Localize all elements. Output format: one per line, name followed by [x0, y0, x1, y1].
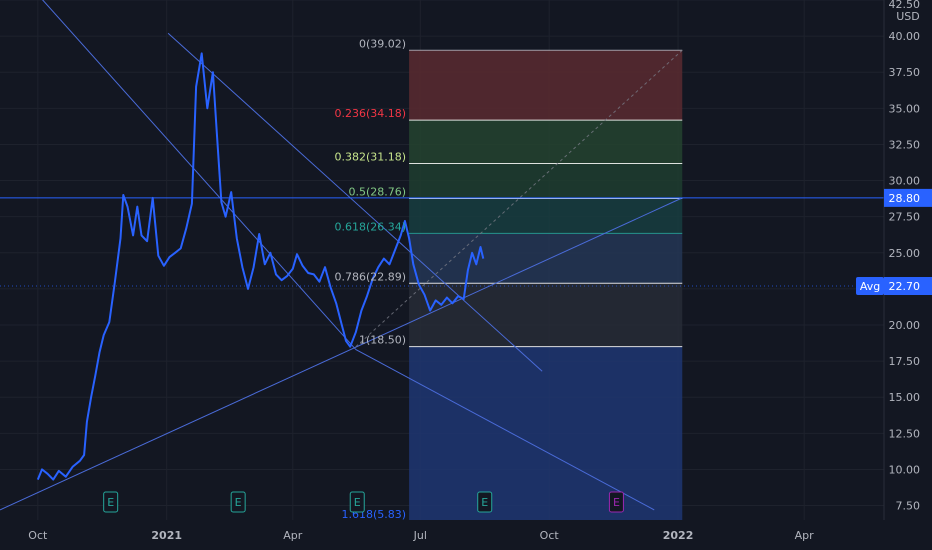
fib-level-label: 0.786(22.89) — [334, 270, 406, 283]
y-tick-label: 7.50 — [896, 500, 921, 513]
earnings-marker-label: E — [107, 496, 114, 509]
x-tick-label: Oct — [28, 529, 48, 542]
avg-badge-text: 22.70 — [889, 280, 921, 293]
earnings-marker-label: E — [235, 496, 242, 509]
y-tick-label: 27.50 — [889, 211, 921, 224]
fib-zone — [409, 163, 683, 199]
y-tick-label: 17.50 — [889, 355, 921, 368]
y-tick-label: 25.00 — [889, 247, 921, 260]
earnings-marker-label: E — [481, 496, 488, 509]
y-tick-label: 42.50 — [889, 0, 921, 11]
fibonacci-retracement[interactable] — [409, 49, 683, 520]
y-tick-label: 12.50 — [889, 427, 921, 440]
currency-label: USD — [896, 10, 920, 23]
fib-level-label: 0(39.02) — [359, 37, 406, 50]
fib-zone — [409, 233, 683, 284]
x-tick-label: Apr — [283, 529, 303, 542]
avg-tag-text: Avg — [860, 280, 880, 293]
fib-level-label: 0.5(28.76) — [348, 185, 406, 198]
fib-level-label: 0.382(31.18) — [334, 151, 406, 164]
earnings-marker-label: E — [613, 496, 620, 509]
fib-zone — [409, 50, 683, 121]
y-tick-label: 20.00 — [889, 319, 921, 332]
time-scale-background[interactable] — [0, 520, 932, 550]
y-tick-label: 15.00 — [889, 391, 921, 404]
fib-level-label: 1(18.50) — [359, 334, 406, 347]
x-tick-label: 2022 — [663, 529, 694, 542]
fib-zone — [409, 120, 683, 164]
fib-zone — [409, 346, 683, 520]
y-tick-label: 32.50 — [889, 138, 921, 151]
horizontal-line-badge-text: 28.80 — [889, 192, 921, 205]
fib-level-label: 0.236(34.18) — [334, 107, 406, 120]
y-tick-label: 35.00 — [889, 102, 921, 115]
fib-zone — [409, 283, 683, 347]
x-tick-label: Oct — [540, 529, 560, 542]
x-tick-label: Apr — [795, 529, 815, 542]
y-tick-label: 37.50 — [889, 66, 921, 79]
x-tick-label: 2021 — [151, 529, 182, 542]
earnings-marker-label: E — [354, 496, 361, 509]
fib-zone — [409, 198, 683, 234]
y-tick-label: 30.00 — [889, 175, 921, 188]
x-tick-label: Jul — [413, 529, 427, 542]
y-axis[interactable]: USD 7.5010.0012.5015.0017.5020.0022.5025… — [889, 0, 921, 513]
price-chart[interactable]: 0(39.02) 0.236(34.18) 0.382(31.18) 0.5(28.7… — [0, 0, 932, 550]
fib-level-label: 0.618(26.34) — [334, 220, 406, 233]
y-tick-label: 10.00 — [889, 463, 921, 476]
y-tick-label: 40.00 — [889, 30, 921, 43]
